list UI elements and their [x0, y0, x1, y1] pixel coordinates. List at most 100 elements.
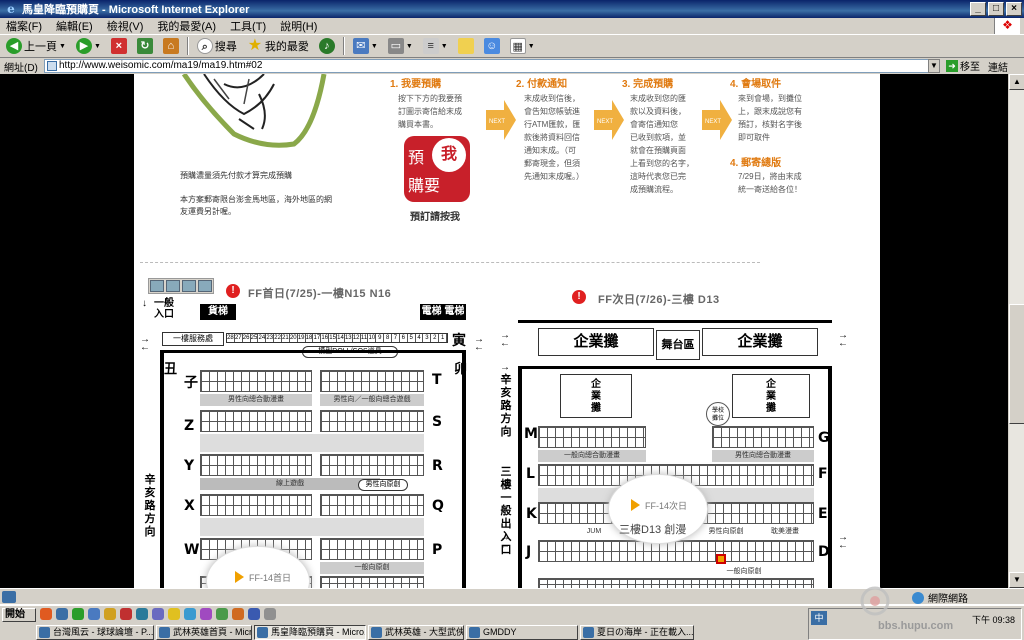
row-label: G [818, 430, 830, 446]
booth-number: 20 [289, 334, 298, 342]
menu-file[interactable]: 檔案(F) [6, 18, 42, 34]
calendar-button[interactable]: ▦ ▼ [508, 36, 537, 56]
app-icon[interactable] [232, 608, 244, 620]
chevron-down-icon[interactable]: ▼ [371, 43, 378, 50]
booth-block[interactable] [538, 426, 646, 448]
app-icon[interactable] [56, 608, 68, 620]
scroll-up-button[interactable]: ▲ [1009, 74, 1024, 90]
app-icon[interactable] [152, 608, 164, 620]
booth-number: 10 [368, 334, 377, 342]
search-button[interactable]: ⌕ 搜尋 [195, 36, 239, 56]
booth-block[interactable] [200, 494, 312, 516]
go-button[interactable]: ➜ 移至 [946, 58, 980, 73]
booth-block[interactable] [320, 538, 424, 560]
vertical-scrollbar[interactable]: ▲ ▼ [1008, 74, 1024, 588]
forward-button[interactable]: ▶ ▼ [74, 36, 103, 56]
menu-view[interactable]: 檢視(V) [107, 18, 144, 34]
zone-label: 一般向原創 [320, 562, 424, 574]
booth-block[interactable] [538, 540, 814, 562]
app-icon[interactable] [248, 608, 260, 620]
booth-location-marker[interactable] [716, 554, 726, 564]
booth-block[interactable] [320, 410, 424, 432]
booth-block[interactable] [538, 578, 814, 588]
menu-help[interactable]: 說明(H) [280, 18, 317, 34]
refresh-button[interactable]: ↻ [135, 36, 155, 56]
double-arrow-icon: → ← [500, 330, 510, 349]
stop-button[interactable]: × [109, 36, 129, 56]
preorder-stamp-button[interactable]: 預 我 購要 [404, 136, 470, 202]
app-icon[interactable] [184, 608, 196, 620]
booth-block[interactable] [320, 370, 424, 392]
floor2-location-callout[interactable]: FF-14次日 三樓D13 創漫 [608, 474, 708, 544]
messenger-button[interactable]: ☺ [482, 36, 502, 56]
edit-button[interactable]: ≡ ▼ [421, 36, 450, 56]
print-button[interactable]: ▭ ▼ [386, 36, 415, 56]
floor2-top-wall [518, 320, 832, 323]
save-icon[interactable] [150, 280, 164, 292]
menu-edit[interactable]: 編輯(E) [56, 18, 93, 34]
booth-block[interactable] [320, 576, 424, 588]
app-icon[interactable] [88, 608, 100, 620]
security-zone: 網際網路 [912, 590, 968, 605]
task-button[interactable]: 武林英雄 - 大型武俠網... [368, 625, 464, 640]
task-button[interactable]: 武林英雄首頁 - Micro... [156, 625, 252, 640]
mail-icon[interactable] [182, 280, 196, 292]
scroll-thumb[interactable] [1009, 304, 1024, 424]
folder-button[interactable] [456, 36, 476, 56]
chevron-down-icon[interactable]: ▼ [59, 43, 66, 50]
chevron-down-icon[interactable]: ▼ [528, 43, 535, 50]
app-icon[interactable] [136, 608, 148, 620]
back-button[interactable]: ◀ 上一頁 ▼ [4, 36, 68, 56]
task-button-active[interactable]: 馬皇降臨預購頁 - Micro... [254, 625, 366, 640]
app-icon[interactable] [200, 608, 212, 620]
menu-tools[interactable]: 工具(T) [230, 18, 266, 34]
menu-favorites[interactable]: 我的最愛(A) [157, 18, 216, 34]
app-icon[interactable] [72, 608, 84, 620]
booth-block[interactable] [320, 494, 424, 516]
scroll-down-button[interactable]: ▼ [1009, 572, 1024, 588]
booth-block[interactable] [200, 454, 312, 476]
maximize-button[interactable]: □ [988, 2, 1004, 16]
url-dropdown-button[interactable]: ▼ [928, 59, 940, 73]
home-button[interactable]: ⌂ [161, 36, 181, 56]
app-icon[interactable] [120, 608, 132, 620]
url-input[interactable]: http://www.weisomic.com/ma19/ma19.htm#02 [44, 59, 940, 73]
go-arrow-icon: ➜ [946, 59, 958, 72]
preorder-caption[interactable]: 預訂請按我 [410, 208, 460, 223]
app-icon[interactable] [264, 608, 276, 620]
next-arrow-icon: NEXT [702, 100, 732, 140]
task-button[interactable]: 台灣風云 - 球球論壇 - P... [36, 625, 154, 640]
image-toolbar [148, 278, 214, 294]
app-icon[interactable] [104, 608, 116, 620]
media-button[interactable]: ♪ [317, 36, 337, 56]
booth-number: 27 [234, 334, 243, 342]
booth-number: 22 [274, 334, 283, 342]
booth-block[interactable] [200, 370, 312, 392]
minimize-button[interactable]: _ [970, 2, 986, 16]
globe-icon [912, 591, 924, 604]
booth-block[interactable] [712, 426, 814, 448]
folder-icon[interactable] [198, 280, 212, 292]
app-icon[interactable] [40, 608, 52, 620]
app-icon[interactable] [168, 608, 180, 620]
clock[interactable]: 下午 09:38 [972, 613, 1015, 626]
chevron-down-icon[interactable]: ▼ [406, 43, 413, 50]
booth-block[interactable] [200, 410, 312, 432]
step2-title: 2. 付款通知 [516, 79, 568, 90]
start-button[interactable]: 開始 [2, 608, 36, 622]
task-button[interactable]: GMDDY [466, 625, 578, 640]
ie-icon: e [7, 2, 15, 16]
ime-icon[interactable]: 中 [811, 611, 827, 625]
mail-button[interactable]: ✉ ▼ [351, 36, 380, 56]
print-icon[interactable] [166, 280, 180, 292]
app-icon[interactable] [216, 608, 228, 620]
links-button[interactable]: 連結 [988, 59, 1008, 74]
chevron-down-icon[interactable]: ▼ [94, 43, 101, 50]
close-button[interactable]: × [1006, 2, 1022, 16]
chevron-down-icon[interactable]: ▼ [441, 43, 448, 50]
favorites-button[interactable]: ★ 我的最愛 [245, 36, 311, 56]
booth-block[interactable] [320, 454, 424, 476]
task-button[interactable]: 夏日の海岸 - 正在載入... [580, 625, 694, 640]
calendar-icon: ▦ [509, 38, 526, 54]
zone-label: 一般向原創 [712, 566, 776, 578]
